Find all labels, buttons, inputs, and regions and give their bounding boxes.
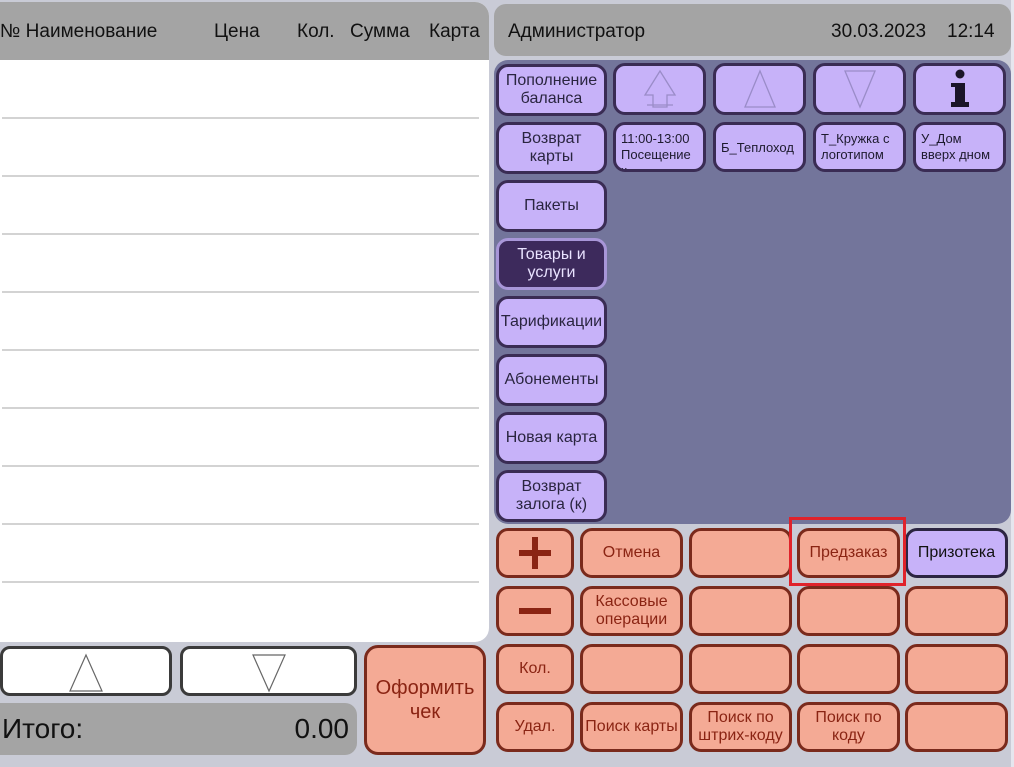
top-bar: Администратор 30.03.2023 12:14 xyxy=(494,4,1011,56)
row-divider xyxy=(2,117,479,119)
find-barcode-button[interactable]: Поиск по штрих-коду xyxy=(689,702,792,752)
menu-deposit-return[interactable]: Возврат залога (к) xyxy=(496,470,607,522)
product-line1: Б_Теплоход xyxy=(721,140,794,155)
catalog-up-button[interactable] xyxy=(713,63,806,115)
menu-packages[interactable]: Пакеты xyxy=(496,180,607,232)
minus-icon xyxy=(519,608,551,614)
row-divider xyxy=(2,407,479,409)
empty-action-button[interactable] xyxy=(689,586,792,636)
column-card: Карта xyxy=(429,21,480,42)
row-divider xyxy=(2,233,479,235)
product-button[interactable]: Т_Кружка с логотипом xyxy=(813,122,906,172)
product-line1: У_Дом xyxy=(921,131,962,146)
receipt-list[interactable]: № Наименование Цена Кол. Сумма Карта xyxy=(0,2,489,642)
menu-subscriptions[interactable]: Абонементы xyxy=(496,354,607,406)
find-code-button[interactable]: Поиск по коду xyxy=(797,702,900,752)
product-button[interactable]: У_Дом вверх дном xyxy=(913,122,1006,172)
checkout-button[interactable]: Оформить чек xyxy=(364,645,486,755)
total-label: Итого: xyxy=(2,713,84,744)
empty-action-button[interactable] xyxy=(580,644,683,694)
product-line1: Т_Кружка с xyxy=(821,131,890,146)
row-divider xyxy=(2,465,479,467)
preorder-button[interactable]: Предзаказ xyxy=(797,528,900,578)
menu-card-return[interactable]: Возврат карты xyxy=(496,122,607,174)
product-button[interactable]: Б_Теплоход xyxy=(713,122,806,172)
arrow-up-icon xyxy=(743,69,776,108)
total-value: 0.00 xyxy=(294,713,350,744)
row-divider xyxy=(2,523,479,525)
empty-action-button[interactable] xyxy=(905,586,1008,636)
empty-action-button[interactable] xyxy=(905,702,1008,752)
column-name: № Наименование xyxy=(0,21,158,42)
row-divider xyxy=(2,175,479,177)
menu-goods-services[interactable]: Товары и услуги xyxy=(496,238,607,290)
empty-action-button[interactable] xyxy=(797,644,900,694)
quantity-button[interactable]: Кол. xyxy=(496,644,574,694)
list-scroll-up-button[interactable] xyxy=(0,646,172,696)
prize-button[interactable]: Призотека xyxy=(905,528,1008,578)
product-line1: 11:00-13:00 xyxy=(621,131,690,146)
column-qty: Кол. xyxy=(297,21,335,42)
product-line2: логотипом xyxy=(821,147,884,162)
column-sum: Сумма xyxy=(350,21,410,42)
menu-topup[interactable]: Пополнение баланса xyxy=(496,64,607,116)
row-divider xyxy=(2,581,479,583)
delete-button[interactable]: Удал. xyxy=(496,702,574,752)
info-icon xyxy=(950,69,969,107)
arrow-down-icon xyxy=(843,70,876,109)
triangle-up-icon xyxy=(69,653,103,692)
triangle-down-icon xyxy=(251,654,286,693)
date-display: 30.03.2023 xyxy=(831,21,927,42)
total-bar: Итого: 0.00 xyxy=(0,703,357,755)
top-arrow-icon xyxy=(643,69,676,108)
find-card-button[interactable]: Поиск карты xyxy=(580,702,683,752)
empty-action-button[interactable] xyxy=(689,528,792,578)
cash-operations-button[interactable]: Кассовые операции xyxy=(580,586,683,636)
plus-icon xyxy=(519,537,551,569)
menu-new-card[interactable]: Новая карта xyxy=(496,412,607,464)
empty-action-button[interactable] xyxy=(689,644,792,694)
time-display: 12:14 xyxy=(947,21,995,42)
empty-action-button[interactable] xyxy=(797,586,900,636)
catalog-info-button[interactable] xyxy=(913,63,1006,115)
receipt-header: № Наименование Цена Кол. Сумма Карта xyxy=(0,2,489,60)
empty-action-button[interactable] xyxy=(905,644,1008,694)
catalog-down-button[interactable] xyxy=(813,63,906,115)
column-price: Цена xyxy=(214,21,260,42)
row-divider xyxy=(2,291,479,293)
catalog-top-button[interactable] xyxy=(613,63,706,115)
row-divider xyxy=(2,349,479,351)
menu-tariffs[interactable]: Тарификации xyxy=(496,296,607,348)
cancel-button[interactable]: Отмена xyxy=(580,528,683,578)
list-scroll-down-button[interactable] xyxy=(180,646,357,696)
product-line2: вверх дном xyxy=(921,147,991,162)
subtract-button[interactable] xyxy=(496,586,574,636)
add-button[interactable] xyxy=(496,528,574,578)
product-button[interactable]: 11:00-13:00 Посещение к xyxy=(613,122,706,172)
user-name: Администратор xyxy=(508,21,646,42)
product-line2: Посещение к xyxy=(621,147,691,172)
